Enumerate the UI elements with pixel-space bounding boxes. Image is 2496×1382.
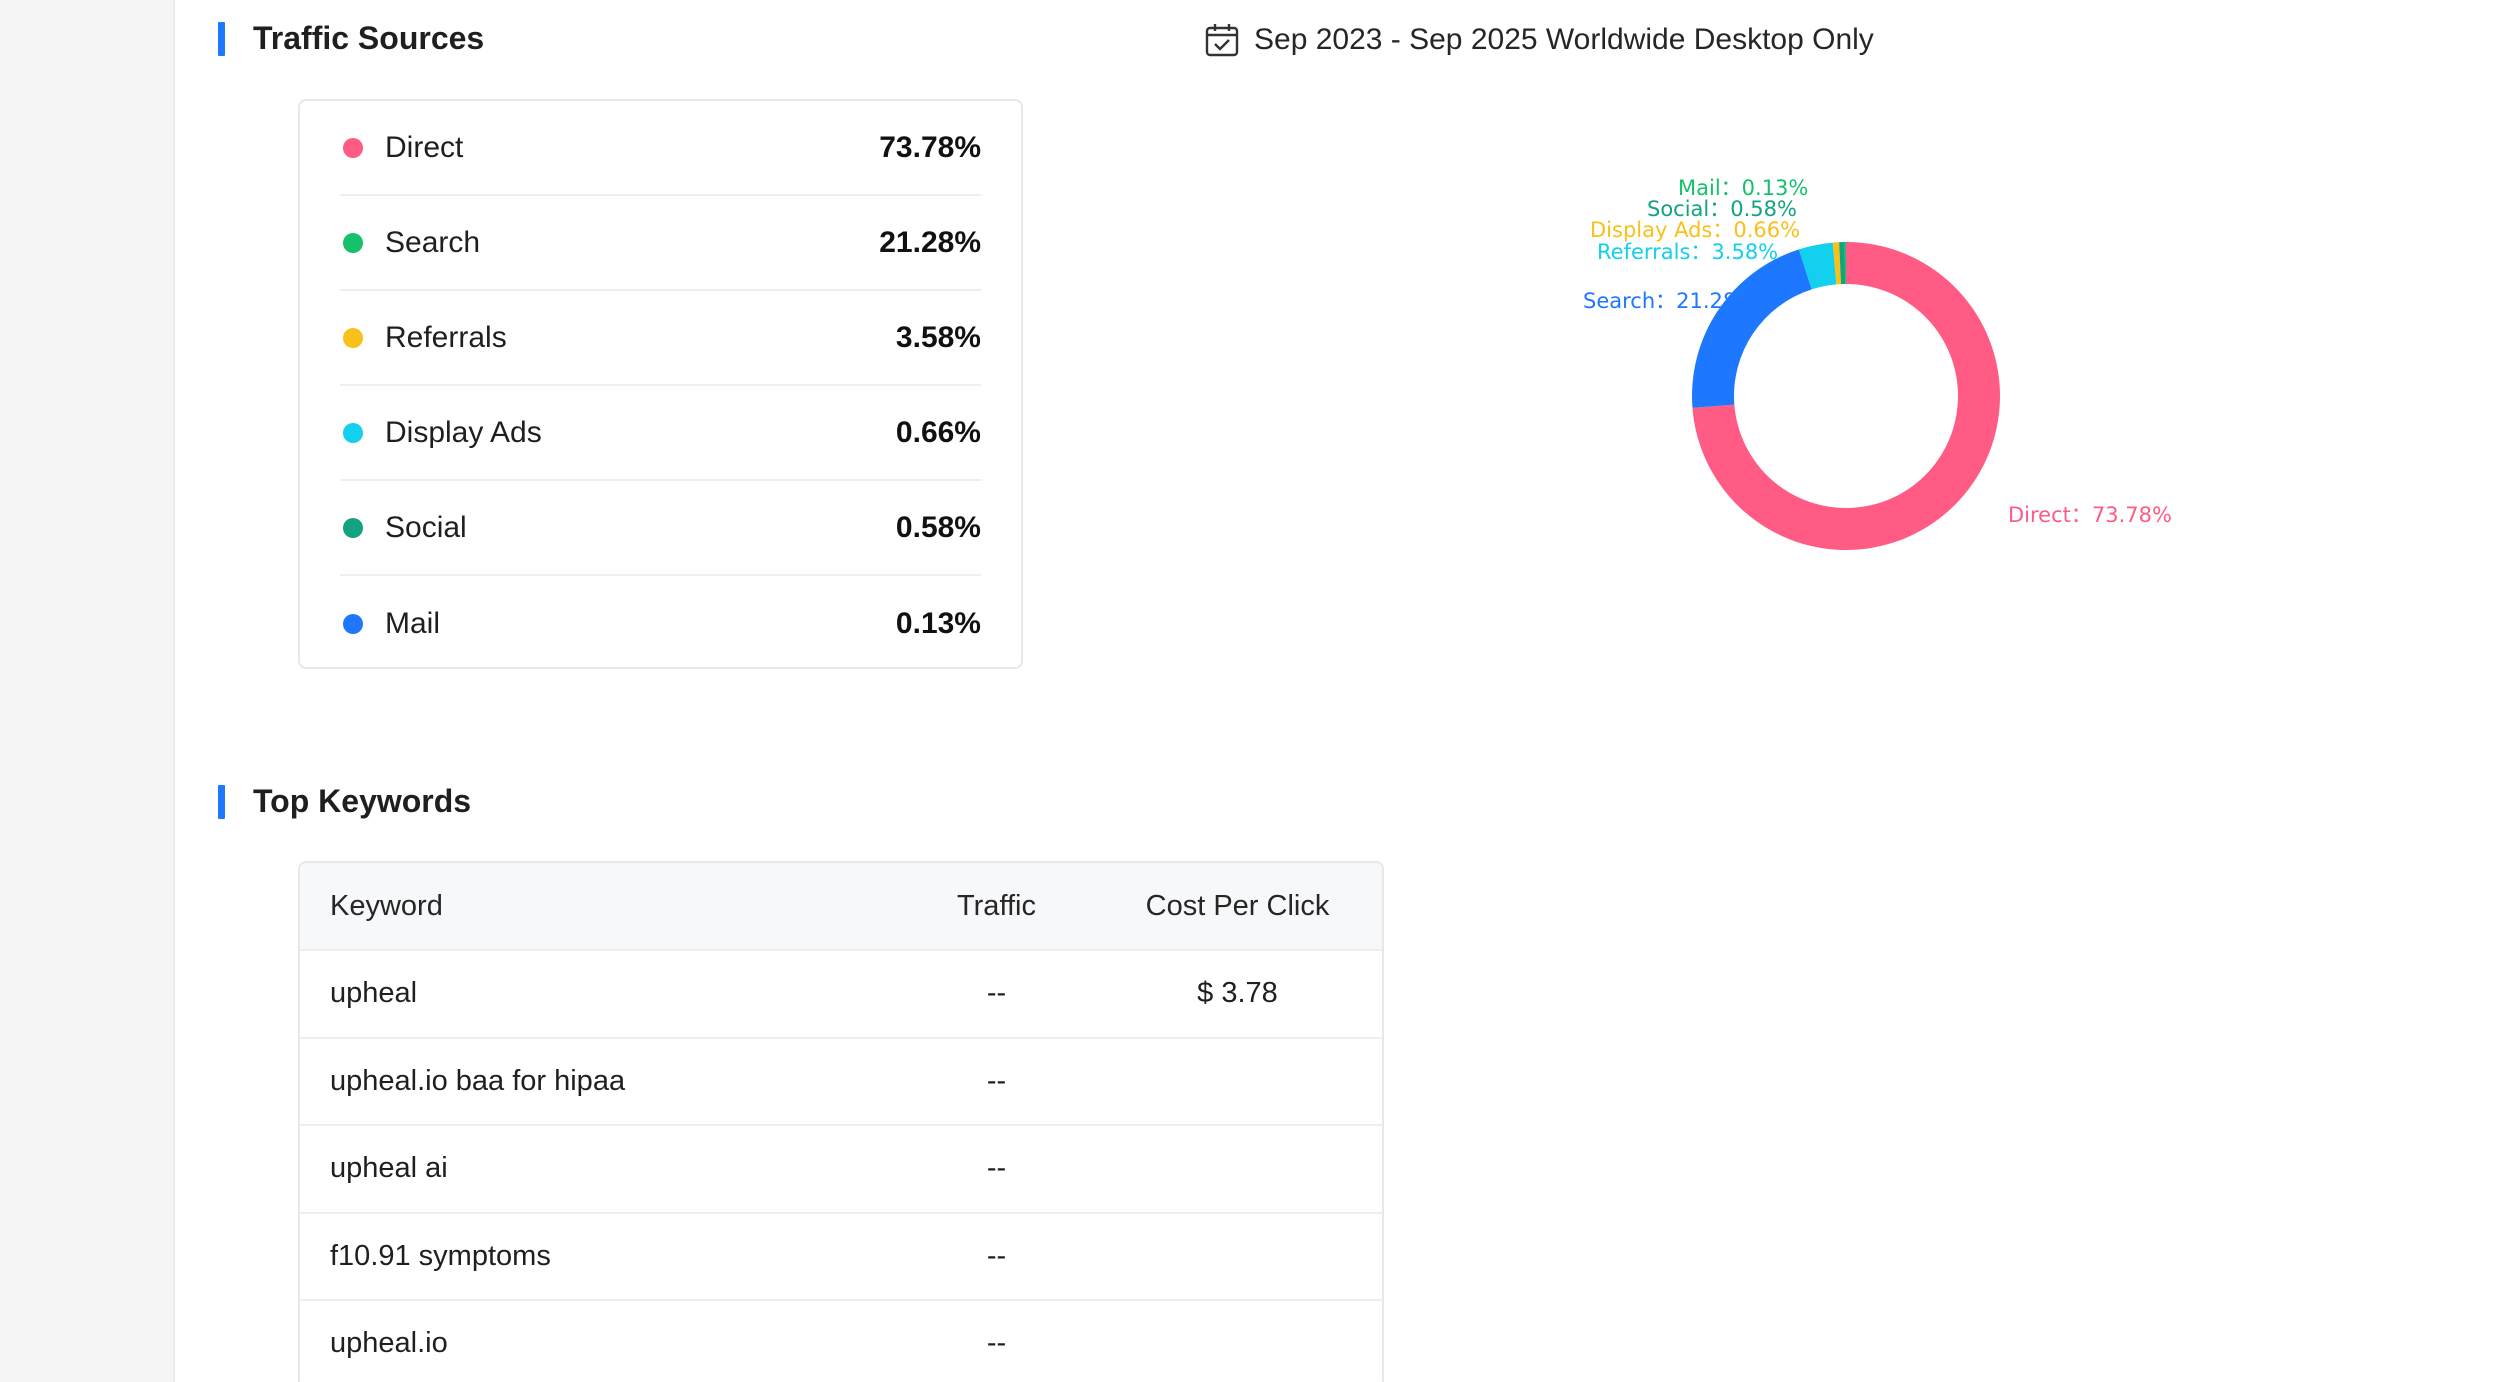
keywords-table: Keyword Traffic Cost Per Click upheal --… — [298, 861, 1384, 1382]
source-value: 0.13% — [895, 606, 981, 640]
source-row-referrals: Referrals 3.58% — [340, 291, 981, 386]
display-ads-dot-icon — [343, 422, 363, 443]
donut-slice-search[interactable] — [1692, 249, 1812, 408]
calendar-check-icon — [1205, 24, 1239, 57]
table-row: upheal.io -- — [300, 1301, 1382, 1382]
source-row-social: Social 0.58% — [340, 481, 981, 576]
source-value: 73.78% — [879, 130, 981, 164]
date-range-text: Sep 2023 - Sep 2025 Worldwide Desktop On… — [1254, 23, 1874, 56]
source-name: Mail — [385, 606, 441, 640]
top-keywords-title: Top Keywords — [253, 783, 472, 819]
keyword-cell: upheal ai — [330, 1152, 448, 1185]
source-value: 0.58% — [895, 510, 981, 544]
traffic-cell: -- — [986, 1064, 1007, 1097]
source-name: Direct — [385, 130, 464, 164]
donut-label-direct: Direct：73.78% — [2008, 503, 2172, 527]
header-traffic: Traffic — [957, 889, 1036, 922]
traffic-sources-title: Traffic Sources — [253, 20, 485, 56]
traffic-cell: -- — [986, 1239, 1007, 1272]
search-dot-icon — [343, 232, 363, 253]
donut-label-mail: Mail：0.13% — [1678, 176, 1808, 200]
donut-label-display-ads: Display Ads：0.66% — [1590, 218, 1800, 242]
direct-dot-icon — [343, 137, 363, 158]
traffic-sources-list: Direct 73.78% Search 21.28% Referrals 3.… — [298, 99, 1023, 669]
table-row: f10.91 symptoms -- — [300, 1214, 1382, 1301]
source-name: Referrals — [385, 320, 507, 354]
source-value: 21.28% — [879, 225, 981, 259]
social-dot-icon — [343, 517, 363, 538]
heading-accent-bar — [218, 21, 225, 56]
source-row-direct: Direct 73.78% — [340, 101, 981, 196]
traffic-cell: -- — [986, 977, 1007, 1010]
header-keyword: Keyword — [330, 889, 443, 922]
keyword-cell: upheal.io baa for hipaa — [330, 1064, 626, 1097]
traffic-cell: -- — [986, 1152, 1007, 1185]
table-header: Keyword Traffic Cost Per Click — [300, 863, 1382, 951]
source-name: Search — [385, 225, 481, 259]
mail-dot-icon — [343, 613, 363, 634]
heading-accent-bar — [218, 784, 225, 819]
keyword-cell: upheal.io — [330, 1327, 448, 1360]
donut-label-referrals: Referrals：3.58% — [1597, 240, 1778, 264]
referrals-dot-icon — [343, 327, 363, 348]
traffic-sources-heading: Traffic Sources — [218, 20, 484, 57]
donut-label-search: Search：21.28% — [1583, 289, 1756, 313]
traffic-donut-chart: Direct：73.78% Search：21.28% Referrals：3.58… — [1460, 160, 2240, 580]
top-keywords-heading: Top Keywords — [218, 783, 471, 820]
traffic-cell: -- — [986, 1327, 1007, 1360]
table-row: upheal.io baa for hipaa -- — [300, 1039, 1382, 1126]
table-row: upheal -- $ 3.78 — [300, 951, 1382, 1039]
header-cpc: Cost Per Click — [1145, 889, 1330, 922]
keyword-cell: f10.91 symptoms — [330, 1239, 551, 1272]
cpc-cell: $ 3.78 — [1197, 977, 1278, 1010]
source-name: Display Ads — [385, 415, 542, 449]
source-row-display-ads: Display Ads 0.66% — [340, 386, 981, 481]
keyword-cell: upheal — [330, 977, 418, 1010]
table-row: upheal ai -- — [300, 1126, 1382, 1214]
source-value: 3.58% — [895, 320, 981, 354]
donut-label-social: Social：0.58% — [1647, 197, 1797, 221]
source-name: Social — [385, 510, 467, 544]
left-rail — [0, 0, 175, 1382]
source-value: 0.66% — [895, 415, 981, 449]
source-row-search: Search 21.28% — [340, 196, 981, 291]
source-row-mail: Mail 0.13% — [340, 576, 981, 671]
date-range: Sep 2023 - Sep 2025 Worldwide Desktop On… — [1204, 22, 1874, 58]
